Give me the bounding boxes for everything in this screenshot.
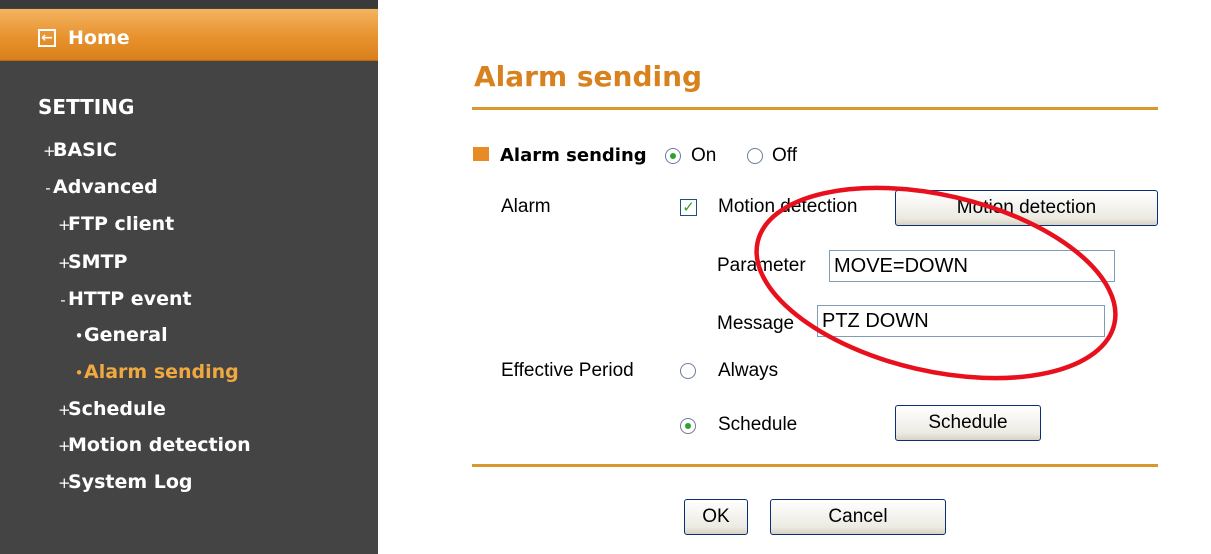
nav-schedule[interactable]: +Schedule [58, 398, 166, 421]
alarm-on-radio[interactable] [665, 148, 681, 164]
nav-alarm-sending[interactable]: •Alarm sending [74, 361, 239, 384]
home-link[interactable]: ← Home [0, 9, 378, 61]
alarm-on-label: On [691, 145, 717, 166]
nav-http-event[interactable]: - HTTP event [58, 288, 192, 311]
nav-label: Motion detection [68, 434, 251, 456]
motion-detection-checkbox-label: Motion detection [718, 196, 858, 217]
schedule-radio[interactable] [680, 418, 696, 434]
nav-general[interactable]: •General [74, 324, 168, 347]
nav-smtp[interactable]: +SMTP [58, 251, 127, 274]
alarm-off-radio[interactable] [747, 148, 763, 164]
parameter-label: Parameter [717, 255, 806, 276]
nav-motion-detection[interactable]: +Motion detection [58, 434, 251, 457]
footer-divider [472, 464, 1158, 467]
nav-label: General [84, 324, 168, 346]
motion-detection-checkbox[interactable]: ✓ [680, 199, 697, 216]
schedule-radio-label: Schedule [718, 414, 798, 435]
motion-detection-button[interactable]: Motion detection [895, 190, 1158, 226]
schedule-button[interactable]: Schedule [895, 405, 1041, 441]
ok-button[interactable]: OK [684, 499, 748, 535]
nav-label: Alarm sending [84, 361, 239, 383]
always-label: Always [718, 360, 779, 381]
alarm-sending-label: Alarm sending [500, 145, 647, 166]
nav-label: SMTP [68, 251, 128, 273]
section-bullet-icon [473, 147, 489, 161]
always-radio[interactable] [680, 363, 696, 379]
home-label: Home [68, 27, 130, 49]
nav-ftp-client[interactable]: +FTP client [58, 213, 174, 236]
nav-label: Advanced [53, 176, 158, 198]
nav-system-log[interactable]: +System Log [58, 471, 193, 494]
nav-advanced[interactable]: - Advanced [43, 176, 158, 199]
nav-label: FTP client [68, 213, 175, 235]
sidebar: ← Home SETTING +BASIC - Advanced +FTP cli… [0, 0, 378, 554]
alarm-off-label: Off [772, 145, 797, 166]
message-input[interactable] [817, 305, 1105, 337]
sidebar-top-strip [0, 0, 378, 8]
nav-label: HTTP event [68, 288, 192, 310]
nav-label: Schedule [68, 398, 166, 420]
nav-label: System Log [68, 471, 193, 493]
effective-period-label: Effective Period [501, 360, 634, 381]
setting-heading: SETTING [38, 95, 135, 119]
nav-label: BASIC [53, 139, 117, 161]
title-divider [472, 107, 1158, 110]
parameter-input[interactable] [829, 250, 1115, 282]
page-title: Alarm sending [474, 60, 703, 93]
alarm-label: Alarm [501, 196, 551, 217]
message-label: Message [717, 313, 795, 334]
nav-basic[interactable]: +BASIC [43, 139, 117, 162]
cancel-button[interactable]: Cancel [770, 499, 946, 535]
back-arrow-icon: ← [38, 29, 56, 47]
